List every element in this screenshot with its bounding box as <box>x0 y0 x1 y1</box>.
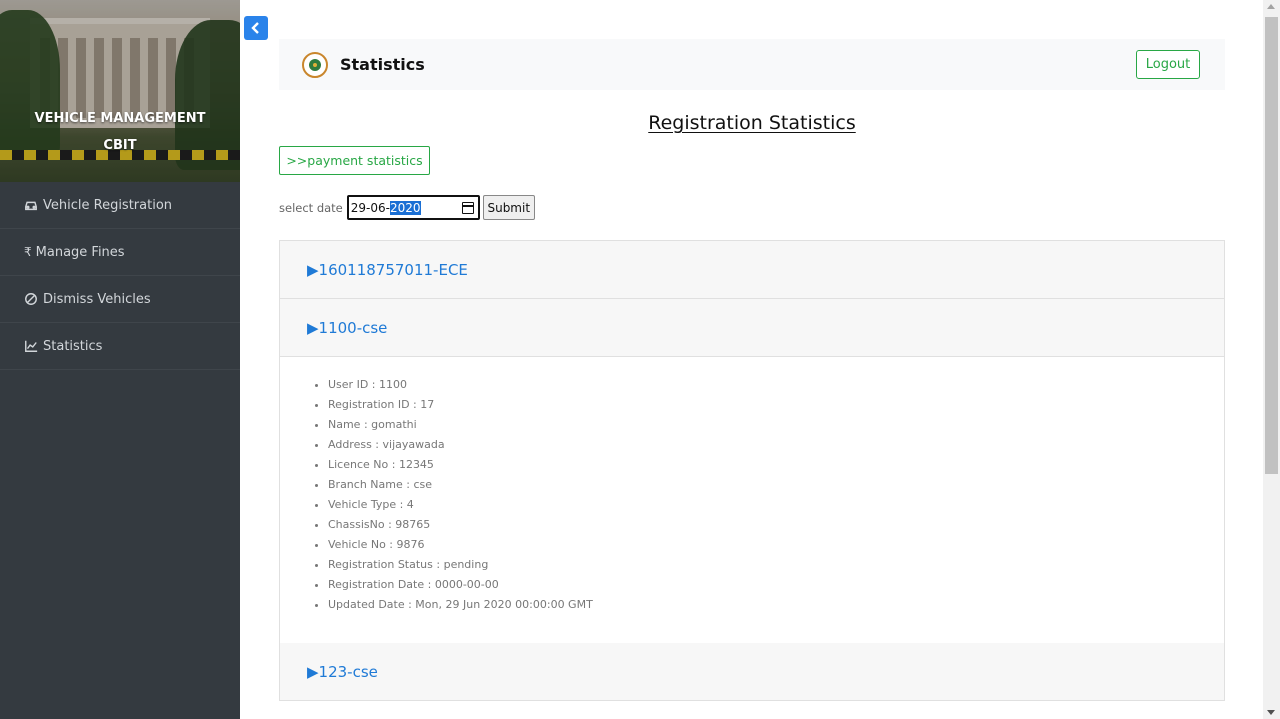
submit-button[interactable]: Submit <box>482 195 535 220</box>
detail-item: ChassisNo : 98765 <box>328 515 1224 535</box>
sidebar-header-image: VEHICLE MANAGEMENT CBIT <box>0 0 240 182</box>
sidebar-item-statistics[interactable]: Statistics <box>0 323 240 370</box>
detail-item: Licence No : 12345 <box>328 455 1224 475</box>
date-value-prefix: 29-06- <box>350 200 390 215</box>
detail-item: Name : gomathi <box>328 415 1224 435</box>
detail-item: Registration Status : pending <box>328 555 1224 575</box>
car-icon <box>25 201 37 211</box>
navbar-title: Statistics <box>340 55 425 74</box>
sidebar-toggle-button[interactable] <box>244 16 268 40</box>
line-chart-icon <box>25 340 38 352</box>
record-header[interactable]: ▶160118757011-ECE <box>280 241 1224 299</box>
sidebar-item-label: Statistics <box>43 338 103 354</box>
detail-item: User ID : 1100 <box>328 375 1224 395</box>
sidebar-item-label: Dismiss Vehicles <box>43 291 151 307</box>
detail-item: Vehicle No : 9876 <box>328 535 1224 555</box>
record-header[interactable]: ▶123-cse <box>280 643 1224 701</box>
sidebar-item-manage-fines[interactable]: ₹ Manage Fines <box>0 229 240 276</box>
page-title: Registration Statistics <box>648 112 856 134</box>
detail-item: Registration ID : 17 <box>328 395 1224 415</box>
detail-item: Branch Name : cse <box>328 475 1224 495</box>
detail-item: Updated Date : Mon, 29 Jun 2020 00:00:00… <box>328 595 1224 615</box>
detail-item: Vehicle Type : 4 <box>328 495 1224 515</box>
scroll-up-arrow-icon[interactable] <box>1267 4 1275 9</box>
detail-item: Address : vijayawada <box>328 435 1224 455</box>
sidebar-item-dismiss-vehicles[interactable]: Dismiss Vehicles <box>0 276 240 323</box>
rupee-icon: ₹ <box>24 245 32 259</box>
scrollbar-thumb[interactable] <box>1265 17 1278 474</box>
scroll-down-arrow-icon[interactable] <box>1267 710 1275 715</box>
brand-line-2: CBIT <box>103 138 137 153</box>
page-scrollbar[interactable] <box>1263 0 1280 719</box>
sidebar: VEHICLE MANAGEMENT CBIT Vehicle Registra… <box>0 0 240 719</box>
record-header[interactable]: ▶1100-cse <box>280 299 1224 357</box>
date-value-selected: 2020 <box>389 200 421 215</box>
registration-list: ▶160118757011-ECE ▶1100-cse User ID : 11… <box>279 240 1225 701</box>
college-logo <box>302 51 328 78</box>
brand-title: VEHICLE MANAGEMENT CBIT <box>0 105 240 159</box>
brand-line-1: VEHICLE MANAGEMENT <box>34 111 206 126</box>
record-details: User ID : 1100 Registration ID : 17 Name… <box>280 357 1224 643</box>
chevron-left-icon <box>251 22 259 34</box>
sidebar-item-label: Manage Fines <box>35 244 125 260</box>
date-input[interactable]: 29-06- 2020 <box>346 195 480 220</box>
ban-icon <box>25 293 37 305</box>
calendar-icon[interactable] <box>461 202 474 214</box>
payment-statistics-button[interactable]: >>payment statistics <box>279 146 430 175</box>
logout-button[interactable]: Logout <box>1136 50 1200 79</box>
sidebar-item-vehicle-registration[interactable]: Vehicle Registration <box>0 182 240 229</box>
date-filter-row: select date 29-06- 2020 Submit <box>279 195 535 220</box>
top-navbar: Statistics Logout <box>279 39 1225 90</box>
detail-item: Registration Date : 0000-00-00 <box>328 575 1224 595</box>
sidebar-item-label: Vehicle Registration <box>43 197 173 213</box>
date-label: select date <box>279 200 343 215</box>
